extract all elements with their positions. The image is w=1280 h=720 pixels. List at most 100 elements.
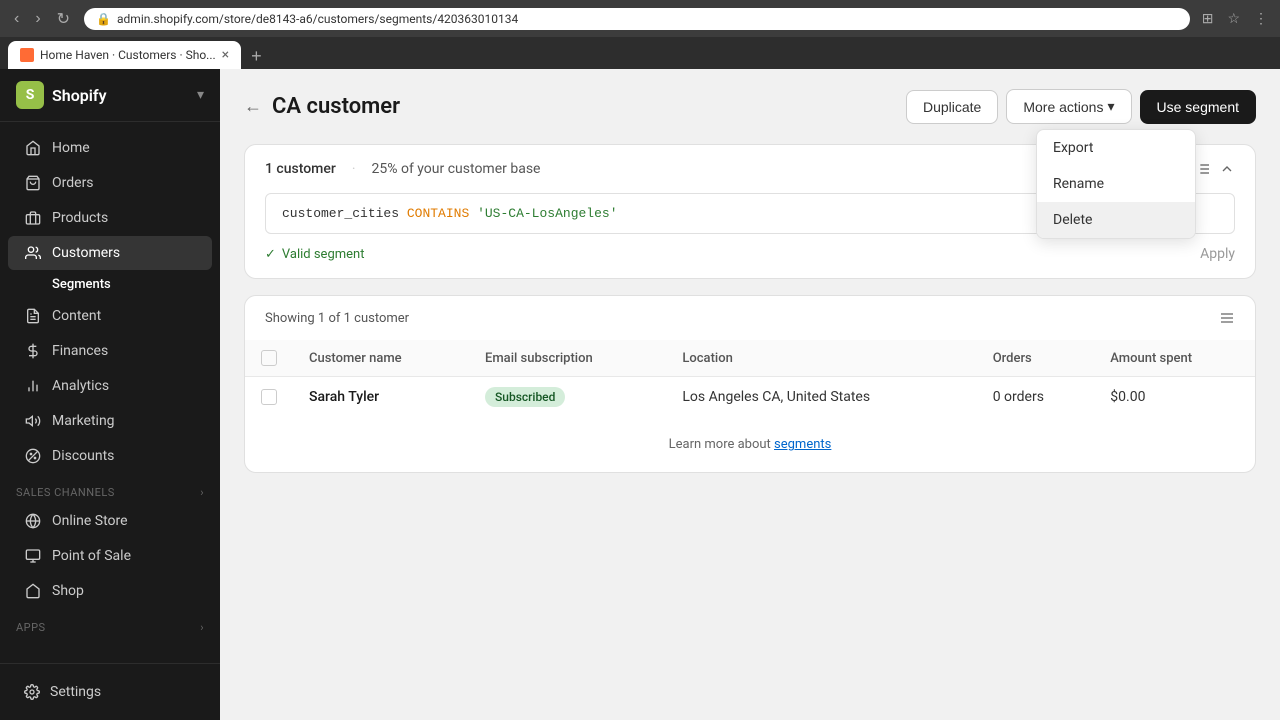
more-actions-button[interactable]: More actions ▾ <box>1006 89 1131 124</box>
apps-label: Apps <box>16 621 46 634</box>
code-value: 'US-CA-LosAngeles' <box>477 206 617 221</box>
use-segment-button[interactable]: Use segment <box>1140 90 1256 124</box>
table-row: Sarah Tyler Subscribed Los Angeles CA, U… <box>245 377 1255 418</box>
menu-button[interactable]: ⋮ <box>1250 6 1272 31</box>
col-header-name: Customer name <box>293 340 469 377</box>
reload-button[interactable]: ↻ <box>51 7 76 31</box>
apps-section: Apps › <box>0 609 220 638</box>
store-selector[interactable]: ▾ <box>197 87 204 103</box>
col-header-email: Email subscription <box>469 340 666 377</box>
sidebar-item-home[interactable]: Home <box>8 131 212 165</box>
sidebar-item-segments-label: Segments <box>52 277 111 292</box>
finances-icon <box>24 342 42 360</box>
row-checkbox[interactable] <box>261 389 277 405</box>
apply-button[interactable]: Apply <box>1200 246 1235 262</box>
sidebar-item-orders-label: Orders <box>52 175 94 191</box>
sort-button[interactable] <box>1219 310 1235 326</box>
more-actions-label: More actions <box>1023 99 1103 115</box>
address-bar[interactable]: 🔒 admin.shopify.com/store/de8143-a6/cust… <box>84 8 1190 30</box>
sidebar-item-settings[interactable]: Settings <box>16 676 204 708</box>
customers-section: Showing 1 of 1 customer Customer name Em… <box>244 295 1256 473</box>
sidebar-item-marketing[interactable]: Marketing <box>8 404 212 438</box>
customer-count: 1 customer <box>265 161 336 177</box>
sidebar-item-pos-label: Point of Sale <box>52 548 131 564</box>
sidebar-item-orders[interactable]: Orders <box>8 166 212 200</box>
forward-nav-button[interactable]: › <box>29 8 46 30</box>
amount-cell: $0.00 <box>1094 377 1255 418</box>
header-checkbox-cell <box>245 340 293 377</box>
table-container: Customer name Email subscription Locatio… <box>245 340 1255 417</box>
customer-name-link[interactable]: Sarah Tyler <box>309 389 379 405</box>
sidebar-item-analytics[interactable]: Analytics <box>8 369 212 403</box>
online-store-icon <box>24 512 42 530</box>
tab-favicon <box>20 48 34 62</box>
sidebar-item-customers[interactable]: Customers <box>8 236 212 270</box>
browser-actions: ⊞ ☆ ⋮ <box>1198 6 1272 31</box>
lock-icon: 🔒 <box>96 12 111 26</box>
email-status-cell: Subscribed <box>469 377 666 418</box>
sidebar-item-content[interactable]: Content <box>8 299 212 333</box>
sidebar-item-shop[interactable]: Shop <box>8 574 212 608</box>
filter-icon[interactable] <box>1195 161 1211 177</box>
apps-toggle[interactable]: › <box>200 621 204 634</box>
sidebar-item-online-store-label: Online Store <box>52 513 128 529</box>
sales-channels-label: Sales channels <box>16 486 115 499</box>
page-title: CA customer <box>272 94 400 119</box>
new-tab-button[interactable]: + <box>245 44 268 69</box>
sidebar-item-online-store[interactable]: Online Store <box>8 504 212 538</box>
sidebar-item-discounts[interactable]: Discounts <box>8 439 212 473</box>
sidebar-item-finances[interactable]: Finances <box>8 334 212 368</box>
sidebar-header: S Shopify ▾ <box>0 69 220 122</box>
learn-more-text: Learn more about <box>669 437 774 452</box>
segments-link[interactable]: segments <box>774 437 831 452</box>
tab-close-button[interactable]: × <box>222 47 229 63</box>
dropdown-export[interactable]: Export <box>1037 130 1195 166</box>
code-field: customer_cities <box>282 206 399 221</box>
sidebar-footer: Settings <box>0 663 220 720</box>
tab-title: Home Haven · Customers · Sho... <box>40 48 216 62</box>
sidebar-nav: Home Orders Products Custo <box>0 122 220 663</box>
shopify-logo: S Shopify <box>16 81 107 109</box>
customer-name-cell: Sarah Tyler <box>293 377 469 418</box>
sidebar-item-shop-label: Shop <box>52 583 84 599</box>
dropdown-rename[interactable]: Rename <box>1037 166 1195 202</box>
header-actions: Duplicate More actions ▾ Use segment Exp… <box>906 89 1256 124</box>
browser-chrome: ‹ › ↻ 🔒 admin.shopify.com/store/de8143-a… <box>0 0 1280 37</box>
code-operator: CONTAINS <box>407 206 469 221</box>
collapse-icon[interactable] <box>1219 161 1235 177</box>
discounts-icon <box>24 447 42 465</box>
select-all-checkbox[interactable] <box>261 350 277 366</box>
page-header: ← CA customer Duplicate More actions ▾ U… <box>244 89 1256 124</box>
sidebar-item-segments[interactable]: Segments <box>8 271 212 298</box>
pos-icon <box>24 547 42 565</box>
browser-tab-bar: Home Haven · Customers · Sho... × + <box>0 37 1280 69</box>
page-title-row: ← CA customer <box>244 94 400 119</box>
sales-channels-toggle[interactable]: › <box>200 486 204 499</box>
sales-channels-section: Sales channels › <box>0 474 220 503</box>
back-button[interactable]: ← <box>244 96 262 117</box>
bookmark-button[interactable]: ☆ <box>1223 6 1244 31</box>
valid-check-icon: ✓ <box>265 247 276 262</box>
orders-cell: 0 orders <box>977 377 1095 418</box>
section-header: Showing 1 of 1 customer <box>245 296 1255 340</box>
logo-text: Shopify <box>52 86 107 105</box>
customers-icon <box>24 244 42 262</box>
active-tab[interactable]: Home Haven · Customers · Sho... × <box>8 41 241 69</box>
shop-icon <box>24 582 42 600</box>
extensions-button[interactable]: ⊞ <box>1198 6 1218 31</box>
sidebar-item-discounts-label: Discounts <box>52 448 114 464</box>
app-container: S Shopify ▾ Home Orders <box>0 69 1280 720</box>
sidebar-item-home-label: Home <box>52 140 90 156</box>
back-nav-button[interactable]: ‹ <box>8 8 25 30</box>
duplicate-button[interactable]: Duplicate <box>906 90 998 124</box>
col-header-location: Location <box>666 340 976 377</box>
sidebar-item-analytics-label: Analytics <box>52 378 109 394</box>
products-icon <box>24 209 42 227</box>
shopify-logo-icon: S <box>16 81 44 109</box>
sidebar-item-pos[interactable]: Point of Sale <box>8 539 212 573</box>
sidebar-item-products[interactable]: Products <box>8 201 212 235</box>
dropdown-delete[interactable]: Delete <box>1037 202 1195 238</box>
editor-footer: ✓ Valid segment Apply <box>265 246 1235 262</box>
valid-status: ✓ Valid segment <box>265 247 364 262</box>
settings-icon <box>24 684 40 700</box>
